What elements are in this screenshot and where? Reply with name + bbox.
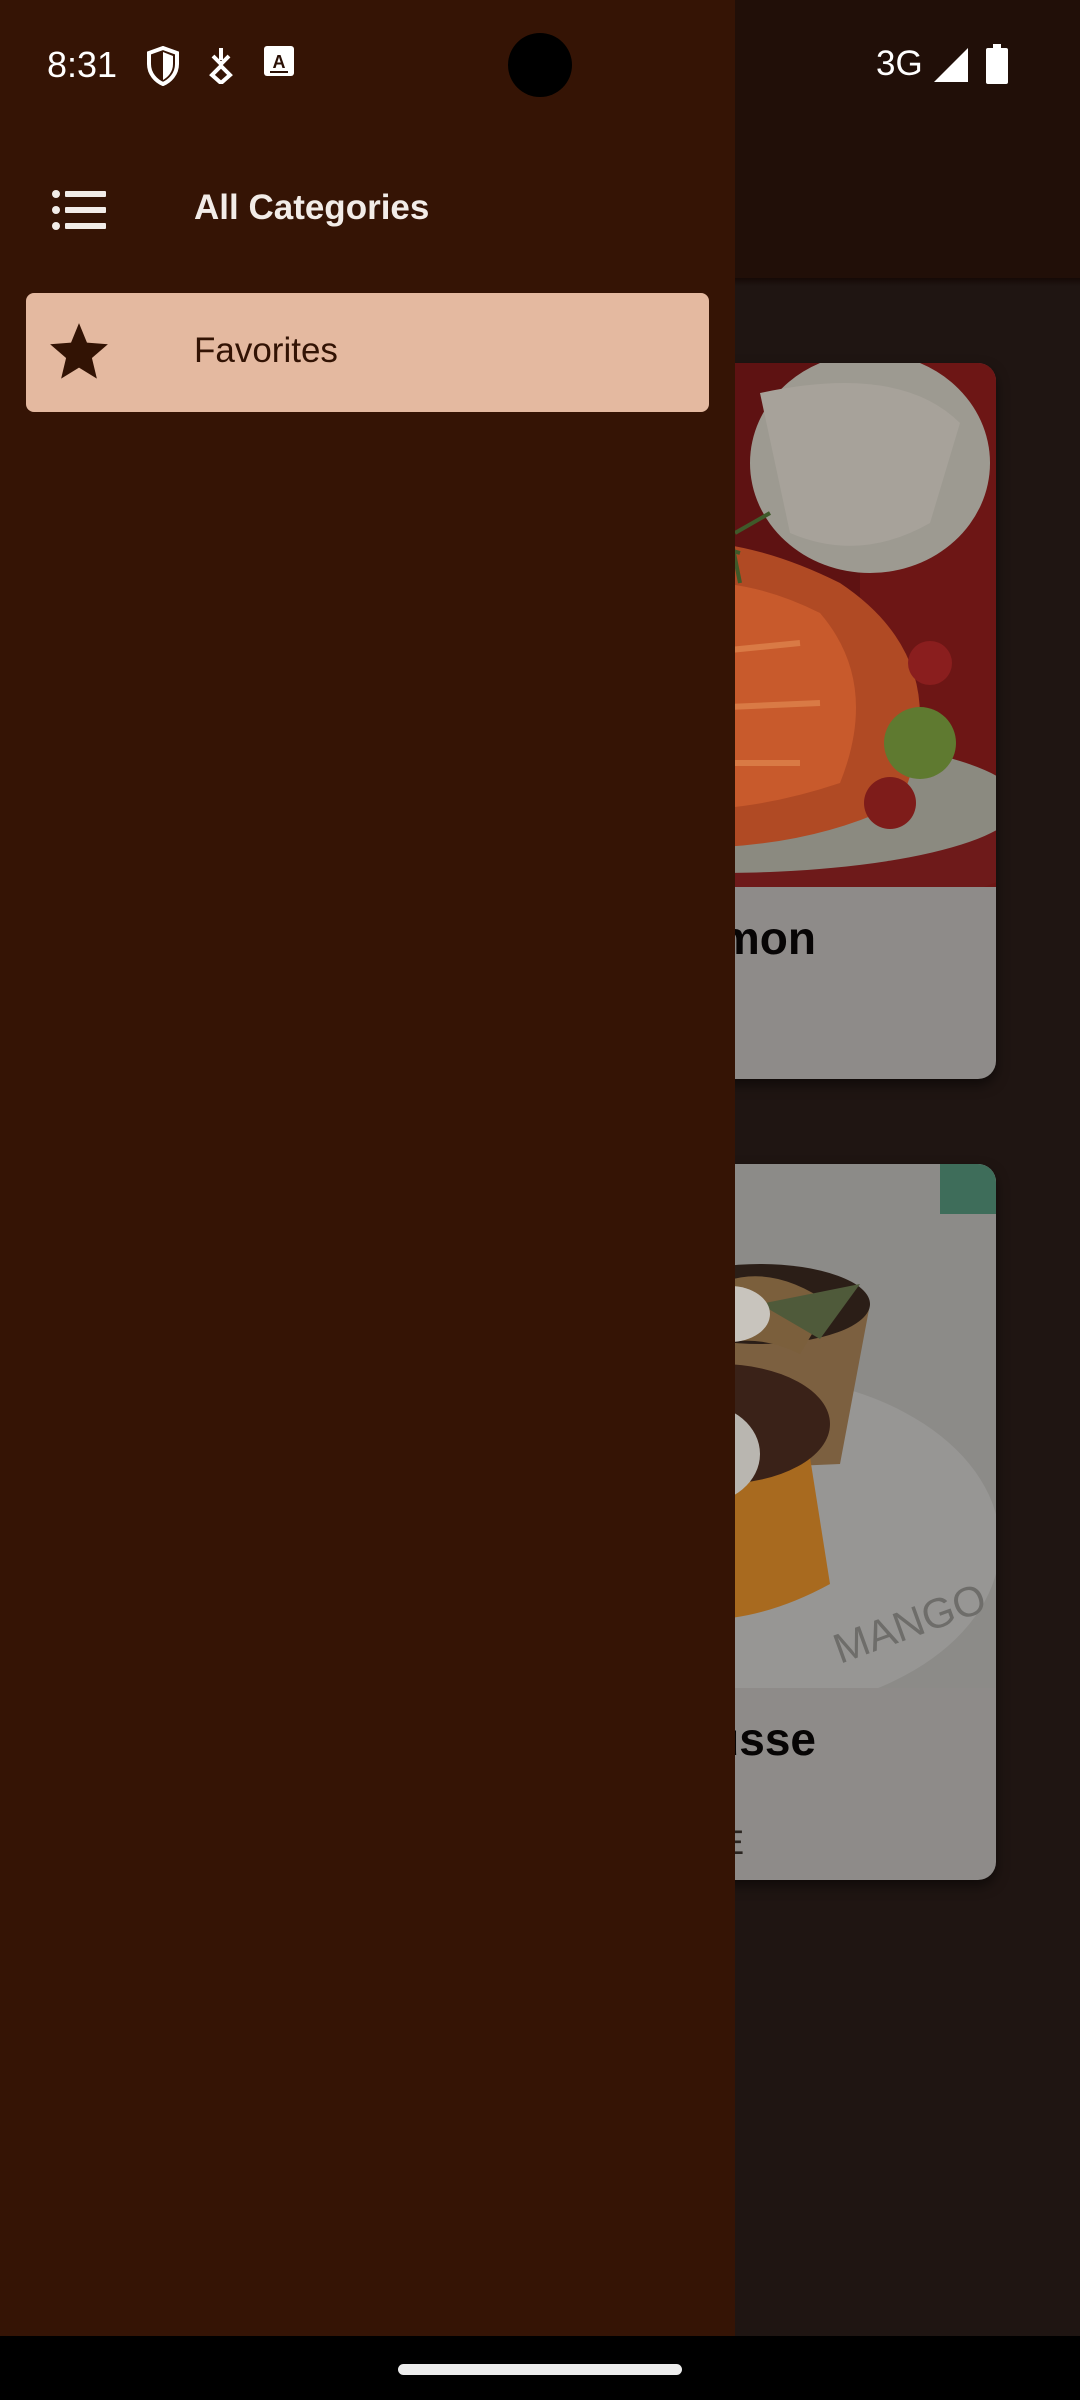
- star-icon: [46, 319, 112, 385]
- keyboard-a-icon: A: [264, 46, 294, 81]
- status-time: 8:31: [47, 44, 118, 85]
- home-gesture-handle[interactable]: [398, 2364, 682, 2375]
- svg-text:A: A: [273, 52, 286, 72]
- drawer-header[interactable]: All Categories: [0, 168, 735, 258]
- network-type: 3G: [876, 44, 923, 83]
- front-camera: [508, 33, 572, 97]
- navigation-drawer: All Categories Favorites: [0, 0, 735, 2336]
- list-menu-icon: [52, 190, 106, 230]
- drawer-title: All Categories: [194, 188, 430, 227]
- battery-icon: [986, 44, 1008, 89]
- cell-signal-icon: [934, 48, 968, 87]
- status-bar: 8:31 A 3G: [0, 0, 1080, 132]
- shield-icon: [146, 45, 180, 91]
- drawer-item-favorites[interactable]: Favorites: [26, 293, 709, 412]
- download-icon: [208, 46, 234, 89]
- drawer-item-label: Favorites: [194, 331, 338, 370]
